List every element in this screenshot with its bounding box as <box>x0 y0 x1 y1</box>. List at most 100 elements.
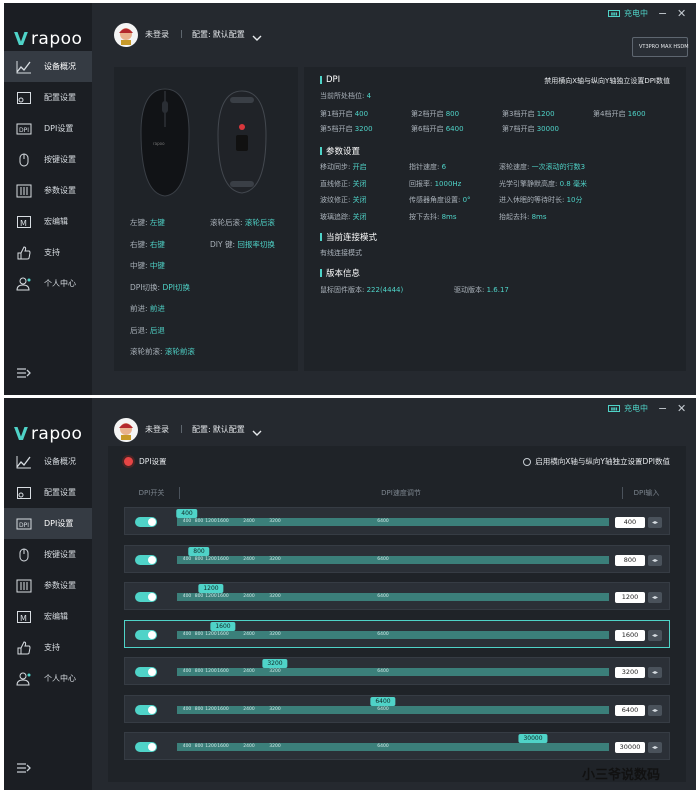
dpi-row[interactable]: 400 800 1200 1600 2400 3200 6400 6400 6400 ◂▸ <box>124 694 670 723</box>
dpi-row[interactable]: 400 800 1200 1600 2400 3200 6400 1200 1200 ◂▸ <box>124 582 670 610</box>
sidebar-item[interactable]: DPI DPI设置 <box>4 508 92 539</box>
dpi-input[interactable]: 30000 <box>615 742 645 753</box>
slider-tick: 2400 <box>243 706 255 712</box>
status-dot-icon <box>124 457 133 466</box>
chevron-down-icon[interactable] <box>252 423 262 436</box>
dpi-slider[interactable]: 400 800 1200 1600 2400 3200 6400 3200 <box>177 659 609 676</box>
dpi-input[interactable]: 800 <box>615 554 645 566</box>
sidebar-item[interactable]: 配置设置 <box>4 82 92 113</box>
sidebar-item[interactable]: M 宏编辑 <box>4 206 92 237</box>
dpi-toggle[interactable] <box>135 592 157 602</box>
dpi-input[interactable]: 1600 <box>615 629 645 641</box>
slider-tick: 1600 <box>217 669 229 674</box>
slider-tick: 2400 <box>243 556 255 562</box>
param-item: 按下去抖: 8ms <box>409 212 457 221</box>
rapoo-logo: V rapoo <box>14 28 83 50</box>
stepper-arrows-icon[interactable]: ◂▸ <box>648 629 662 641</box>
stepper-arrows-icon[interactable]: ◂▸ <box>648 592 662 603</box>
independent-axis-option[interactable]: 启用横向X轴与纵向Y轴独立设置DPI数值 <box>523 456 670 467</box>
slider-handle[interactable]: 400 <box>176 509 198 518</box>
stepper-arrows-icon[interactable]: ◂▸ <box>648 517 662 528</box>
slider-handle[interactable]: 1200 <box>198 584 224 593</box>
dpi-row[interactable]: 400 800 1200 1600 2400 3200 6400 30000 30000 ◂▸ <box>124 732 670 760</box>
sidebar-item[interactable]: 支持 <box>4 632 92 663</box>
dpi-slider[interactable]: 400 800 1200 1600 2400 3200 6400 1600 <box>177 621 609 639</box>
config-select[interactable]: 配置: 默认配置 <box>192 29 245 40</box>
dpi-toggle[interactable] <box>135 554 157 565</box>
sliders-icon <box>16 579 32 593</box>
slider-handle[interactable]: 6400 <box>370 696 396 706</box>
collapse-icon[interactable] <box>16 760 32 774</box>
sidebar-item[interactable]: DPI DPI设置 <box>4 113 92 144</box>
dpi-toggle[interactable] <box>135 667 157 677</box>
version-section-title: 版本信息 <box>320 267 360 279</box>
dpi-input[interactable]: 3200 <box>615 667 645 678</box>
dpi-slider[interactable]: 400 800 1200 1600 2400 3200 6400 800 <box>177 546 609 564</box>
dpi-toggle[interactable] <box>135 629 157 640</box>
login-status[interactable]: 未登录 <box>145 29 169 40</box>
slider-handle[interactable]: 3200 <box>262 659 288 668</box>
dpi-row[interactable]: 400 800 1200 1600 2400 3200 6400 1600 1600 ◂▸ <box>124 619 670 648</box>
sidebar-item[interactable]: 参数设置 <box>4 175 92 206</box>
stepper-arrows-icon[interactable]: ◂▸ <box>648 554 662 566</box>
dpi-slider[interactable]: 400 800 1200 1600 2400 3200 6400 6400 <box>177 696 609 714</box>
dpi-toggle[interactable] <box>135 704 157 715</box>
sidebar-item[interactable]: M 宏编辑 <box>4 601 92 632</box>
avatar[interactable] <box>114 418 138 442</box>
sidebar-item[interactable]: 按键设置 <box>4 144 92 175</box>
slider-handle[interactable]: 30000 <box>518 734 548 743</box>
login-status[interactable]: 未登录 <box>145 424 169 435</box>
minimize-icon[interactable]: − <box>658 8 667 19</box>
button-mapping: 右键: 右键 <box>130 239 165 249</box>
slider-tick: 800 <box>194 556 204 562</box>
avatar[interactable] <box>114 23 138 47</box>
slider-handle[interactable]: 1600 <box>210 621 236 631</box>
dpi-slider[interactable]: 400 800 1200 1600 2400 3200 6400 1200 <box>177 584 609 601</box>
minimize-icon[interactable]: − <box>658 403 667 414</box>
collapse-icon[interactable] <box>16 365 32 379</box>
sidebar-item[interactable]: 配置设置 <box>4 477 92 508</box>
logo-text: rapoo <box>30 29 83 49</box>
stepper-arrows-icon[interactable]: ◂▸ <box>648 742 662 753</box>
sidebar-item[interactable]: 设备概况 <box>4 446 92 477</box>
stepper-arrows-icon[interactable]: ◂▸ <box>648 704 662 716</box>
dpi-row[interactable]: 400 800 1200 1600 2400 3200 6400 3200 3200 ◂▸ <box>124 657 670 685</box>
dpi-input[interactable]: 1200 <box>615 592 645 603</box>
dpi-input[interactable]: 400 <box>615 517 645 528</box>
close-icon[interactable]: ✕ <box>677 8 686 19</box>
dpi-row[interactable]: 400 800 1200 1600 2400 3200 6400 800 800 ◂▸ <box>124 544 670 573</box>
dpi-input[interactable]: 6400 <box>615 704 645 716</box>
sidebar-item[interactable]: 参数设置 <box>4 570 92 601</box>
sidebar-item[interactable]: 个人中心 <box>4 663 92 694</box>
button-mapping: 滚轮后滚: 滚轮后滚 <box>210 218 275 227</box>
button-mapping: 滚轮前滚: 滚轮前滚 <box>130 347 195 356</box>
param-item: 传感器角度设置: 0° <box>409 196 471 204</box>
stepper-arrows-icon[interactable]: ◂▸ <box>648 667 662 678</box>
sidebar-item[interactable]: 设备概况 <box>4 51 92 82</box>
sidebar-item-label: 配置设置 <box>44 93 76 102</box>
slider-tick: 3200 <box>269 631 281 637</box>
slider-tick: 3200 <box>269 669 281 674</box>
slider-tick: 400 <box>182 631 192 637</box>
dpi-row[interactable]: 400 800 1200 1600 2400 3200 6400 400 400 ◂▸ <box>124 507 670 535</box>
sidebar-item[interactable]: 个人中心 <box>4 268 92 299</box>
sidebar-item-label: 设备概况 <box>44 457 76 466</box>
close-icon[interactable]: ✕ <box>677 403 686 414</box>
button-mapping: DPI切换: DPI切换 <box>130 282 190 292</box>
config-select[interactable]: 配置: 默认配置 <box>192 424 245 435</box>
sidebar-item[interactable]: 按键设置 <box>4 539 92 570</box>
overview-window: V rapoo 设备概况配置设置 DPI DPI设置 按键设置 参数设置 M 宏编辑 支持 个人… <box>4 3 696 395</box>
device-button[interactable]: VT3PRO MAX HSDM <box>632 37 689 57</box>
radio-icon[interactable] <box>523 457 532 466</box>
dpi-table-header: DPI开关 DPI速度调节 DPI输入 <box>124 487 670 499</box>
sliders-icon <box>16 184 32 198</box>
sidebar-item[interactable]: 支持 <box>4 237 92 268</box>
slider-tick: 400 <box>182 706 192 712</box>
slider-tick: 400 <box>182 556 192 562</box>
dpi-slider[interactable]: 400 800 1200 1600 2400 3200 6400 400 <box>176 509 609 526</box>
dpi-toggle[interactable] <box>135 742 157 752</box>
dpi-slider[interactable]: 400 800 1200 1600 2400 3200 6400 30000 <box>177 734 609 751</box>
slider-handle[interactable]: 800 <box>188 546 210 556</box>
dpi-toggle[interactable] <box>135 517 157 527</box>
chevron-down-icon[interactable] <box>252 28 262 41</box>
